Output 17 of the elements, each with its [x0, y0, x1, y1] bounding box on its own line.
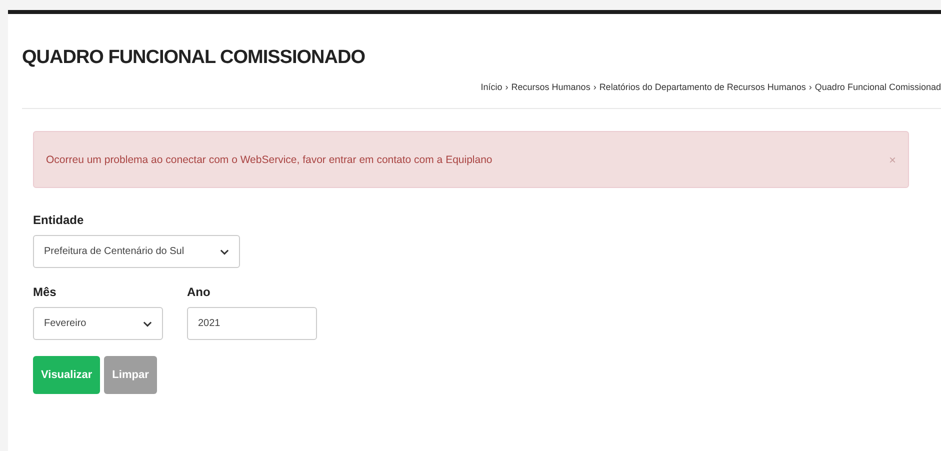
- breadcrumb-link[interactable]: Relatórios do Departamento de Recursos Humanos: [599, 82, 806, 92]
- entity-select[interactable]: Prefeitura de Centenário do Sul: [33, 235, 240, 268]
- year-field[interactable]: 2021: [187, 307, 317, 340]
- breadcrumb-separator: ›: [593, 82, 596, 92]
- field-label: Mês: [33, 285, 58, 299]
- breadcrumb-link[interactable]: Quadro Funcional Comissionad: [814, 82, 941, 92]
- chevron-icon: [220, 248, 229, 254]
- chevron-icon: [143, 320, 152, 326]
- field-label: Entidade: [33, 213, 85, 227]
- month-select[interactable]: Fevereiro: [33, 307, 163, 340]
- breadcrumb-link[interactable]: Início: [480, 82, 502, 92]
- page-title: QUADRO FUNCIONAL COMISSIONADO: [22, 46, 366, 69]
- breadcrumb-link[interactable]: Recursos Humanos: [511, 82, 590, 92]
- breadcrumb-separator: ›: [808, 82, 812, 92]
- alert-message: Ocorreu um problema ao conectar com o WebService, favor entrar em contato com a Equiplano: [46, 154, 492, 166]
- field-label: Ano: [187, 285, 212, 299]
- breadcrumb-separator: ›: [505, 82, 508, 92]
